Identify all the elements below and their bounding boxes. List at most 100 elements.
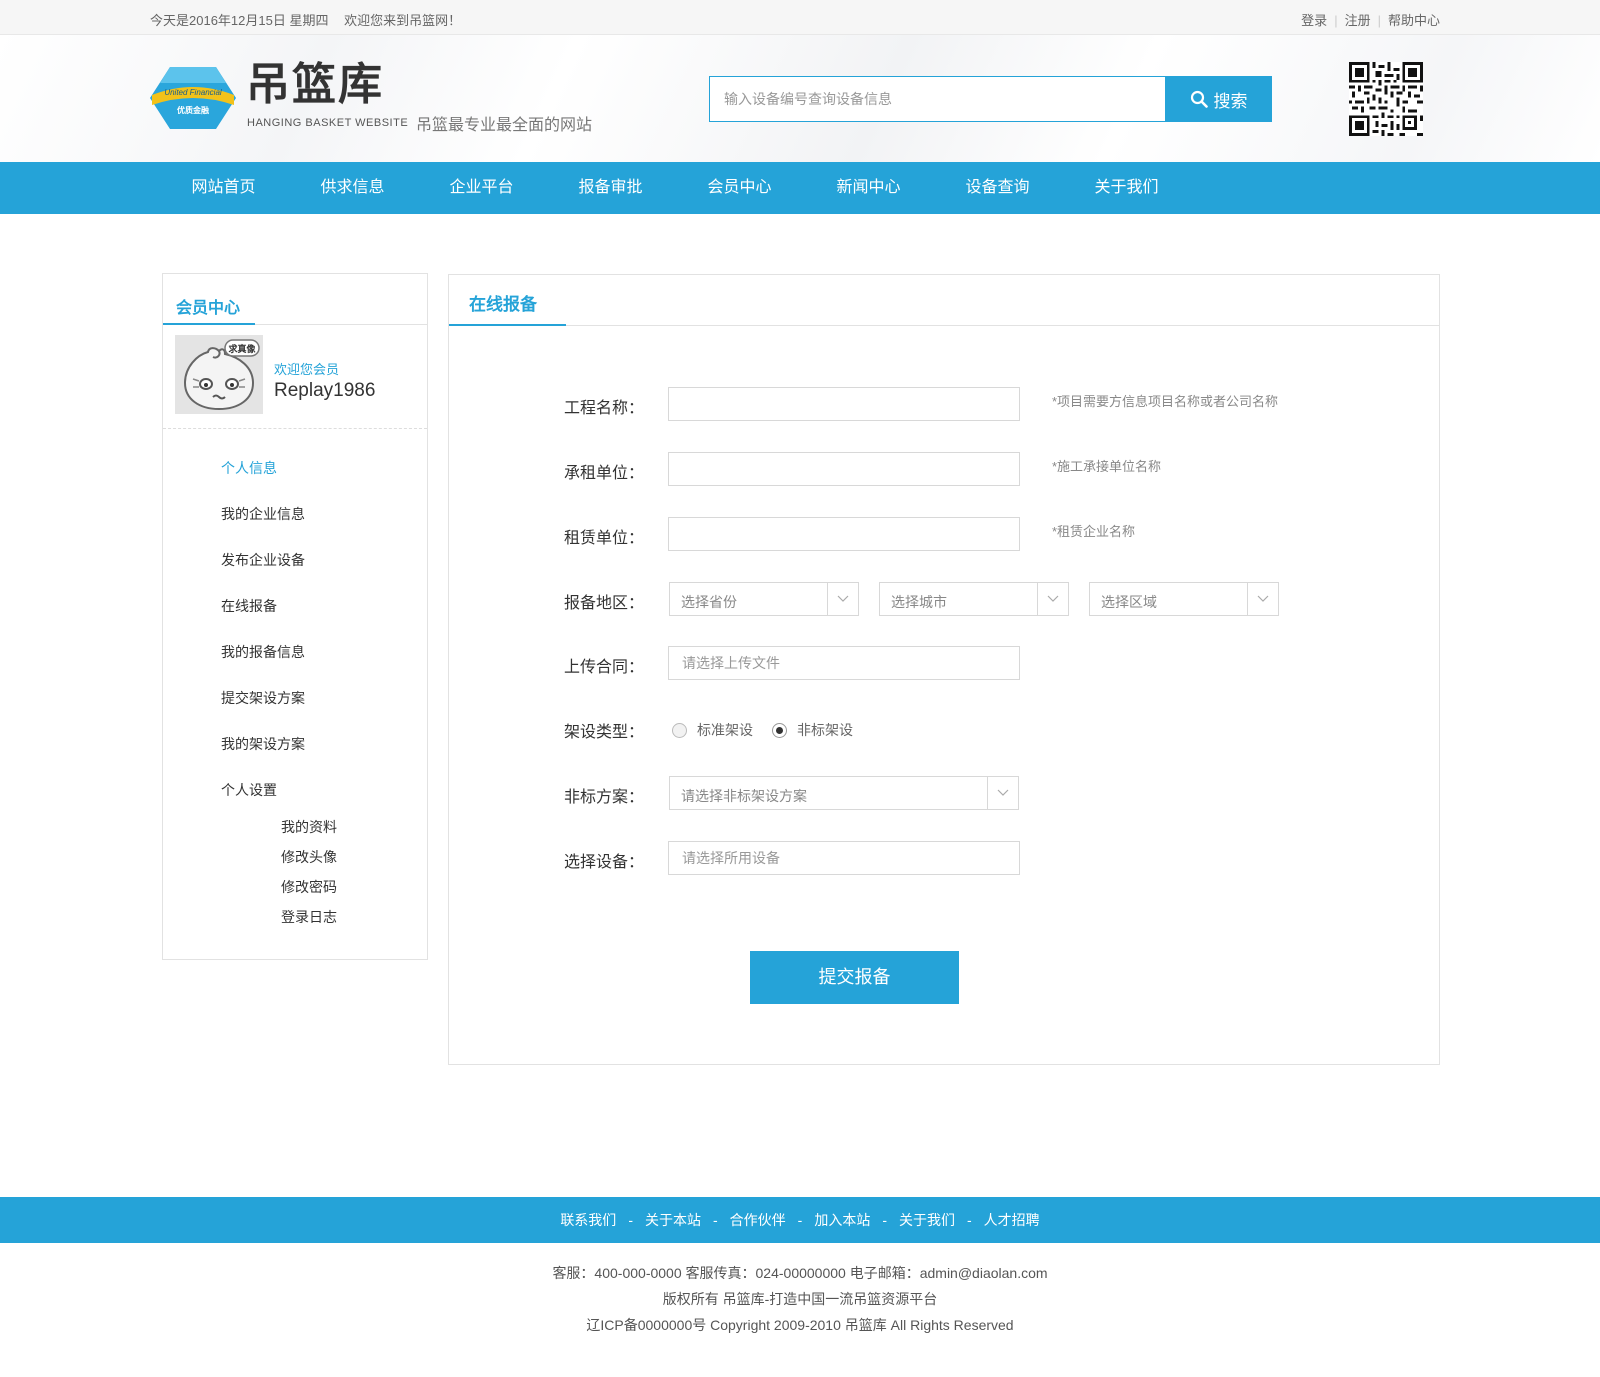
logo-subtitle: HANGING BASKET WEBSITE [247,117,409,129]
divider: - [712,1212,718,1228]
logo-title[interactable]: 吊篮库 [246,63,384,107]
lessor-field [668,517,1020,551]
nav-item-news[interactable]: 新闻中心 [804,162,933,214]
lessor-hint: *租赁企业名称 [1052,524,1136,539]
contract-upload-row: 上传合同： [449,646,1439,680]
lessor-input[interactable] [669,518,1019,550]
footer-link-contact[interactable]: 联系我们 [560,1212,616,1228]
contractor-hint: *施工承接单位名称 [1052,459,1162,474]
project-name-input[interactable] [669,388,1019,420]
footer-link-careers[interactable]: 人才招聘 [984,1212,1040,1228]
nav-item-member-center[interactable]: 会员中心 [675,162,804,214]
search-box: 搜索 [709,76,1272,122]
footer-info: 客服：400-000-0000 客服传真：024-00000000 电子邮箱：a… [0,1260,1600,1338]
radio-standard-install[interactable]: 标准架设 [672,720,753,740]
site-header: United Financial 优质金融 吊篮库 HANGING BASKET… [0,35,1600,162]
province-select[interactable]: 选择省份 [669,582,859,616]
search-button-label: 搜索 [1213,91,1248,111]
contract-upload-label: 上传合同： [564,659,645,676]
install-type-label: 架设类型： [564,724,645,741]
chevron-down-icon [987,777,1018,809]
project-name-field [668,387,1020,421]
footer-link-partners[interactable]: 合作伙伴 [730,1212,786,1228]
divider: | [1334,13,1338,28]
nav-item-about[interactable]: 关于我们 [1062,162,1191,214]
sidebar-item-my-enterprise[interactable]: 我的企业信息 [163,502,427,548]
submenu-item-change-avatar[interactable]: 修改头像 [163,846,427,876]
nonstandard-plan-row: 非标方案： 请选择非标架设方案 [449,776,1439,810]
member-welcome: 欢迎您会员 [274,362,340,377]
footer-icp: 辽ICP备0000000号 Copyright 2009-2010 吊篮库 Al… [586,1317,1014,1333]
sidebar-item-online-filing[interactable]: 在线报备 [163,594,427,640]
footer-links: 联系我们 - 关于本站 - 合作伙伴 - 加入本站 - 关于我们 - 人才招聘 [0,1197,1600,1243]
contract-upload-field [668,646,1020,680]
footer-link-about-us[interactable]: 关于我们 [899,1212,955,1228]
search-button[interactable]: 搜索 [1165,76,1272,122]
login-link[interactable]: 登录 [1301,13,1327,28]
city-select-value: 选择城市 [891,594,947,610]
logo-emblem-icon[interactable]: United Financial 优质金融 [150,65,236,131]
radio-nonstandard-label: 非标架设 [797,722,853,738]
contractor-row: 承租单位： *施工承接单位名称 [449,452,1439,486]
nav-item-device-query[interactable]: 设备查询 [933,162,1062,214]
form-title-underline [449,324,566,326]
user-info: 求真像 欢迎您会员 Replay1986 [163,325,427,429]
register-link[interactable]: 注册 [1345,13,1371,28]
device-input[interactable] [669,842,1019,874]
sidebar-title: 会员中心 [176,300,241,317]
submit-filing-button[interactable]: 提交报备 [750,951,959,1004]
footer-contact: 客服：400-000-0000 客服传真：024-00000000 电子邮箱：a… [552,1265,1048,1281]
radio-checked-icon [772,722,787,738]
divider: - [882,1212,887,1228]
device-search-input[interactable] [710,77,1165,121]
username: Replay1986 [274,380,376,401]
footer-link-join[interactable]: 加入本站 [814,1212,870,1228]
sidebar-header: 会员中心 [163,274,427,325]
qr-code-icon [1349,62,1423,136]
radio-unchecked-icon [672,722,687,738]
chevron-down-icon [1247,583,1278,615]
district-select[interactable]: 选择区域 [1089,582,1279,616]
sidebar-menu: 个人信息 我的企业信息 发布企业设备 在线报备 我的报备信息 提交架设方案 我的… [163,429,427,824]
city-select[interactable]: 选择城市 [879,582,1069,616]
help-center-link[interactable]: 帮助中心 [1388,13,1440,28]
sidebar-item-my-plans[interactable]: 我的架设方案 [163,732,427,778]
submenu-item-change-password[interactable]: 修改密码 [163,876,427,906]
current-date: 今天是2016年12月15日 星期四 [150,13,329,28]
sidebar-item-submit-plan[interactable]: 提交架设方案 [163,686,427,732]
search-icon [1190,90,1208,108]
contractor-field [668,452,1020,486]
nav-item-home[interactable]: 网站首页 [159,162,288,214]
project-name-row: 工程名称： *项目需要方信息项目名称或者公司名称 [449,387,1439,421]
lessor-label: 租赁单位： [564,530,645,547]
submenu-item-login-log[interactable]: 登录日志 [163,906,427,936]
nav-item-approval[interactable]: 报备审批 [546,162,675,214]
nav-item-supply-demand[interactable]: 供求信息 [288,162,417,214]
chevron-down-icon [827,583,858,615]
main-nav: 网站首页 供求信息 企业平台 报备审批 会员中心 新闻中心 设备查询 关于我们 [0,162,1600,214]
footer-rights: 版权所有 吊篮库-打造中国一流吊篮资源平台 [662,1291,938,1307]
nav-item-enterprise[interactable]: 企业平台 [417,162,546,214]
region-row: 报备地区： 选择省份 选择城市 选择区域 [449,582,1439,616]
lessor-row: 租赁单位： *租赁企业名称 [449,517,1439,551]
sidebar-item-my-filings[interactable]: 我的报备信息 [163,640,427,686]
nonstandard-plan-select-value: 请选择非标架设方案 [681,788,807,804]
form-title: 在线报备 [469,295,537,314]
member-sidebar: 会员中心 求真像 欢迎您会员 Replay1986 个人信息 我的企业信息 发布… [162,273,428,960]
avatar[interactable]: 求真像 [175,335,263,414]
contractor-input[interactable] [669,453,1019,485]
nonstandard-plan-select[interactable]: 请选择非标架设方案 [669,776,1019,810]
footer-link-about-site[interactable]: 关于本站 [645,1212,701,1228]
install-type-row: 架设类型： 标准架设 非标架设 [449,711,1439,745]
contract-upload-input[interactable] [669,647,1019,679]
device-field [668,841,1020,875]
settings-submenu: 我的资料 修改头像 修改密码 登录日志 [163,816,427,936]
form-panel-header: 在线报备 [449,275,1439,326]
submenu-item-my-profile[interactable]: 我的资料 [163,816,427,846]
divider: - [797,1212,803,1228]
sidebar-item-publish-device[interactable]: 发布企业设备 [163,548,427,594]
radio-nonstandard-install[interactable]: 非标架设 [772,720,853,740]
sidebar-item-personal-info[interactable]: 个人信息 [163,456,427,502]
project-name-label: 工程名称： [564,400,645,417]
nonstandard-plan-label: 非标方案： [564,789,645,806]
